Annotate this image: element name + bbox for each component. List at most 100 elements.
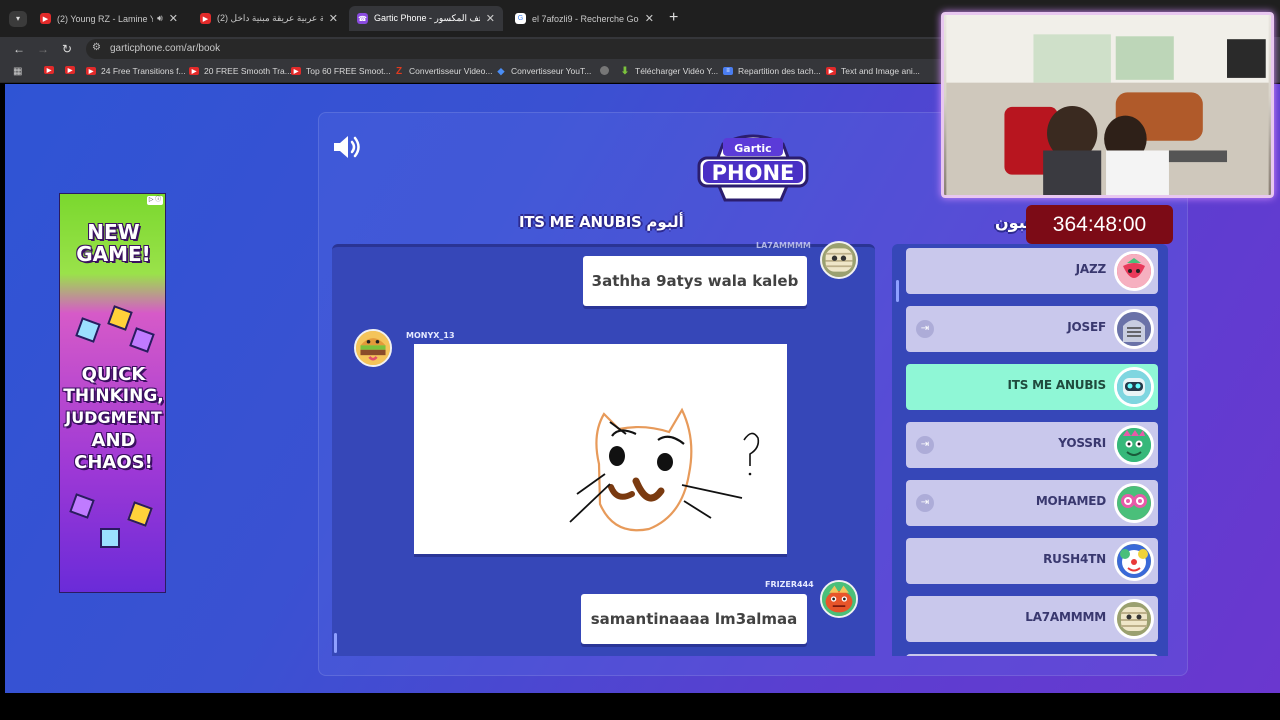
bookmark-7[interactable]: ◆ Convertisseur YouT... xyxy=(496,66,592,77)
forward-arrow-icon[interactable]: → xyxy=(34,40,52,58)
ad-text: AND xyxy=(91,430,136,451)
bookmark-2[interactable]: ▶ xyxy=(65,66,80,74)
hypno-avatar-icon xyxy=(1114,483,1154,523)
players-list[interactable]: JAZZ ⇥ JOSEF ITS ME ANUBIS ⇥ YOSSRI ⇥ MO… xyxy=(892,244,1168,656)
tab-google-search[interactable]: G el 7afozli9 - Recherche Google ✕ xyxy=(507,6,662,31)
tab-title: el 7afozli9 - Recherche Google xyxy=(532,13,639,24)
player-name: RUSH4TN xyxy=(1043,552,1106,566)
mummy-avatar-icon xyxy=(1114,599,1154,639)
apps-grid-icon[interactable]: ▦ xyxy=(13,66,22,77)
burger-avatar-icon xyxy=(354,329,392,367)
feed-text-bubble: 3athha 9atys wala kaleb xyxy=(583,256,807,306)
players-scrollbar[interactable] xyxy=(896,280,899,302)
player-row-mohamed[interactable]: ⇥ MOHAMED xyxy=(906,480,1158,526)
bottom-black-strip xyxy=(0,693,1280,720)
player-row-jazz[interactable]: JAZZ xyxy=(906,248,1158,294)
bookmark-1[interactable]: ▶ xyxy=(44,66,59,74)
docs-icon: ≡ xyxy=(723,67,733,75)
mummy-face-icon xyxy=(822,243,856,277)
back-arrow-icon[interactable]: ← xyxy=(10,40,28,58)
close-icon[interactable]: ✕ xyxy=(169,12,178,25)
player-name: MOHAMED xyxy=(1035,494,1106,508)
album-scrollbar[interactable] xyxy=(334,633,337,653)
bookmark-label: Convertisseur YouT... xyxy=(511,66,592,76)
logo-bottom-text: PHONE xyxy=(712,161,795,185)
gartic-icon: ☎ xyxy=(357,13,368,24)
ad-card-icon xyxy=(100,528,120,548)
bookmark-8[interactable] xyxy=(600,66,614,75)
strawberry-avatar-icon xyxy=(1114,251,1154,291)
player-row-la7ammmm[interactable]: LA7AMMMM xyxy=(906,596,1158,642)
url-input[interactable]: ⚙ garticphone.com/ar/book xyxy=(86,39,956,59)
bookmark-5[interactable]: ▶ Top 60 FREE Smoot... xyxy=(291,66,391,76)
ad-choices-icon[interactable]: ▷ ⓘ xyxy=(147,196,163,205)
bookmark-label: Top 60 FREE Smoot... xyxy=(306,66,391,76)
bookmark-9[interactable]: ⬇ Télécharger Vidéo Y... xyxy=(620,65,719,77)
tab-search-icon[interactable]: ▾ xyxy=(9,11,27,27)
drawing-canvas xyxy=(414,344,787,554)
monster-avatar-icon xyxy=(1114,425,1154,465)
player-row-its-me-anubis[interactable]: ITS ME ANUBIS xyxy=(906,364,1158,410)
youtube-icon: ▶ xyxy=(189,67,199,75)
bookmark-6[interactable]: Z Convertisseur Video... xyxy=(394,66,493,77)
tab-youtube-young-rz[interactable]: ▶ (2) Young RZ - Lamine Yamal 🔊︎ ✕ xyxy=(32,6,186,31)
player-name: JOSEF xyxy=(1067,320,1106,334)
youtube-icon: ▶ xyxy=(44,66,54,74)
ad-text: CHAOS! xyxy=(74,452,153,473)
bookmark-11[interactable]: ▶ Text and Image ani... xyxy=(826,66,920,76)
exit-icon[interactable]: ⇥ xyxy=(916,436,934,454)
advertisement-banner[interactable]: ▷ ⓘ NEW GAME! QUICK THINKING, JUDGMENT A… xyxy=(59,193,166,593)
youtube-icon: ▶ xyxy=(40,13,51,24)
tab-youtube-arabic-city[interactable]: ▶ (2) مدينة عربية عريقة مبنية داخل ✕ xyxy=(192,6,346,31)
speaker-icon[interactable]: 🔊︎ xyxy=(157,13,163,24)
new-tab-icon[interactable]: + xyxy=(669,9,678,27)
ad-card-icon xyxy=(75,317,101,343)
cat-drawing xyxy=(569,407,760,532)
youtube-icon: ▶ xyxy=(200,13,211,24)
feed-text-bubble: samantinaaaa lm3almaa xyxy=(581,594,807,644)
bookmark-10[interactable]: ≡ Repartition des tach... xyxy=(723,66,821,76)
youtube-icon: ▶ xyxy=(65,66,75,74)
album-title: ITS ME ANUBIS ألبوم xyxy=(519,213,684,231)
player-row-partial[interactable] xyxy=(906,654,1158,656)
url-text: garticphone.com/ar/book xyxy=(110,43,221,54)
ad-card-icon xyxy=(107,305,133,331)
burger-face-icon xyxy=(356,331,390,365)
tab-title: (2) مدينة عربية عريقة مبنية داخل xyxy=(217,13,323,23)
youtube-icon: ▶ xyxy=(291,67,301,75)
bookmark-3[interactable]: ▶ 24 Free Transitions f... xyxy=(86,66,186,76)
reload-icon[interactable]: ↻ xyxy=(58,40,76,58)
stream-timer: 364:48:00 xyxy=(1026,205,1173,244)
player-name: LA7AMMMM xyxy=(1025,610,1106,624)
player-name: JAZZ xyxy=(1075,262,1107,276)
globe-icon xyxy=(600,66,609,75)
tab-gartic-phone[interactable]: ☎ Gartic Phone - الهاتف المكسور ✕ xyxy=(349,6,503,31)
ad-card-icon xyxy=(129,327,155,353)
player-name: YOSSRI xyxy=(1058,436,1106,450)
download-icon: ⬇ xyxy=(620,65,630,77)
mummy-avatar-icon xyxy=(820,241,858,279)
feed-username: MONYX_13 xyxy=(406,331,455,340)
speaker-icon[interactable] xyxy=(332,134,362,160)
tab-title: Gartic Phone - الهاتف المكسور xyxy=(374,13,480,23)
google-icon: G xyxy=(515,13,526,24)
youtube-icon: ▶ xyxy=(86,67,96,75)
feed-username: LA7AMMMM xyxy=(756,241,811,250)
bookmark-label: 24 Free Transitions f... xyxy=(101,66,186,76)
player-row-josef[interactable]: ⇥ JOSEF xyxy=(906,306,1158,352)
player-row-rush4tn[interactable]: RUSH4TN xyxy=(906,538,1158,584)
bookmark-label: Text and Image ani... xyxy=(841,66,920,76)
feed-username: FRIZER444 xyxy=(765,580,814,589)
exit-icon[interactable]: ⇥ xyxy=(916,494,934,512)
close-icon[interactable]: ✕ xyxy=(329,12,338,25)
player-row-yossri[interactable]: ⇥ YOSSRI xyxy=(906,422,1158,468)
webcam-scene xyxy=(946,15,1269,195)
site-info-icon[interactable]: ⚙ xyxy=(92,42,101,53)
bookmark-4[interactable]: ▶ 20 FREE Smooth Tra... xyxy=(189,66,292,76)
close-icon[interactable]: ✕ xyxy=(645,12,654,25)
logo-top-text: Gartic xyxy=(734,142,771,155)
close-icon[interactable]: ✕ xyxy=(486,12,495,25)
bookmark-label: Télécharger Vidéo Y... xyxy=(635,66,719,76)
ad-text: JUDGMENT xyxy=(65,408,162,427)
exit-icon[interactable]: ⇥ xyxy=(916,320,934,338)
